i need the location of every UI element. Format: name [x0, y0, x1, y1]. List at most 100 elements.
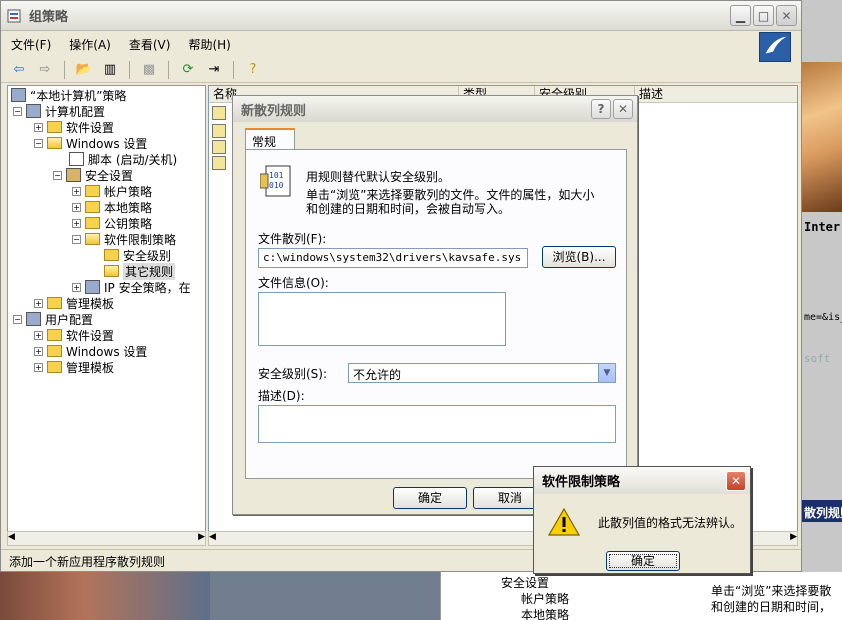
bg-text: 和创建的日期和时间， — [711, 600, 832, 614]
tree-item-security-levels[interactable]: 安全级别 — [104, 247, 171, 263]
tree-item-user-windows-settings[interactable]: + Windows 设置 — [34, 343, 147, 359]
minimize-button[interactable]: ▁ — [730, 5, 751, 26]
tree-item-label: 用户配置 — [45, 312, 94, 327]
collapse-icon[interactable]: − — [13, 106, 22, 116]
binary-file-icon: 101 010 — [260, 165, 291, 197]
rule-icon[interactable] — [212, 140, 226, 154]
tree-item-label: 管理模板 — [66, 360, 115, 375]
expand-icon[interactable]: + — [72, 282, 81, 292]
expand-icon[interactable]: + — [34, 362, 43, 372]
bg-tree-item: 帐户策略 — [521, 592, 570, 606]
folder-icon — [47, 297, 62, 309]
toolbar: ⇦ ⇨ 📂 ▥ ▩ ⟳ ⇥ ? — [1, 57, 801, 83]
back-icon[interactable]: ⇦ — [9, 60, 29, 80]
tree-item-ip-security[interactable]: + IP 安全策略，在 — [72, 279, 191, 295]
tree-item-user-admin-templates[interactable]: + 管理模板 — [34, 359, 114, 375]
tree-item-additional-rules[interactable]: 其它规则 — [104, 262, 176, 280]
description-label: 描述(D): — [258, 389, 305, 403]
collapse-icon[interactable]: − — [53, 170, 62, 180]
menu-file[interactable]: 文件(F) — [11, 36, 51, 53]
folder-icon — [47, 121, 62, 133]
background-url-text: me=&is_ — [804, 312, 842, 323]
ok-button[interactable]: 确定 — [393, 487, 467, 509]
help-icon[interactable]: ? — [243, 60, 263, 80]
tree-item-local-policies[interactable]: + 本地策略 — [72, 199, 152, 215]
refresh-icon[interactable]: ⟳ — [178, 60, 198, 80]
dialog-title: 新散列规则 — [241, 103, 307, 119]
close-button[interactable]: ✕ — [776, 5, 797, 26]
software-restriction-message-box: 软件限制策略 ✕ 此散列值的格式无法辨认。 确定 — [533, 466, 751, 574]
browse-button[interactable]: 浏览(B)... — [542, 246, 616, 268]
expand-icon[interactable]: + — [72, 186, 81, 196]
tree-item-scripts[interactable]: 脚本 (启动/关机) — [69, 151, 177, 167]
file-hash-input[interactable]: c:\windows\system32\drivers\kavsafe.sys — [258, 248, 528, 268]
expand-icon[interactable]: + — [34, 330, 43, 340]
export-list-icon[interactable]: ⇥ — [204, 60, 224, 80]
folder-icon — [47, 361, 62, 373]
scroll-right-icon[interactable]: ▶ — [790, 532, 797, 545]
open-folder-icon — [104, 265, 119, 277]
folder-icon — [47, 329, 62, 341]
scroll-right-icon[interactable]: ▶ — [198, 532, 205, 545]
tree-item-public-key-policies[interactable]: + 公钥策略 — [72, 215, 152, 231]
rule-icon[interactable] — [212, 124, 226, 138]
message-box-title-bar: 软件限制策略 ✕ — [534, 467, 750, 494]
folder-icon — [104, 249, 119, 261]
chevron-down-icon[interactable]: ▼ — [598, 364, 615, 382]
tree-item-label: Windows 设置 — [66, 136, 148, 151]
intro-text: 用规则替代默认安全级别。 — [306, 170, 451, 184]
tab-general[interactable]: 常规 — [245, 128, 295, 150]
rule-icon[interactable] — [212, 106, 226, 120]
security-level-select[interactable]: 不允许的 ▼ — [348, 363, 616, 383]
tree-horizontal-scrollbar[interactable]: ◀ ▶ — [7, 531, 206, 546]
tree-item-root[interactable]: “本地计算机”策略 — [11, 87, 126, 103]
delete-icon[interactable]: ▩ — [139, 60, 159, 80]
folder-icon — [47, 345, 62, 357]
maximize-button[interactable]: □ — [753, 5, 774, 26]
tree-item-label-selected: 其它规则 — [123, 262, 176, 280]
scroll-left-icon[interactable]: ◀ — [209, 532, 216, 545]
forward-icon[interactable]: ⇨ — [35, 60, 55, 80]
rule-icon[interactable] — [212, 156, 226, 170]
tree-item-software-restriction[interactable]: − 软件限制策略 — [72, 231, 176, 247]
background-window: 安全设置 帐户策略 本地策略 单击“浏览”来选择要散 和创建的日期和时间， — [440, 572, 842, 620]
file-info-textarea[interactable] — [258, 292, 506, 346]
expand-icon[interactable]: + — [34, 346, 43, 356]
file-info-label: 文件信息(O): — [258, 276, 329, 290]
menu-help[interactable]: 帮助(H) — [188, 36, 230, 53]
toolbar-separator — [233, 60, 234, 79]
tree-item-user-config[interactable]: − 用户配置 — [13, 311, 93, 327]
expand-icon[interactable]: + — [34, 122, 43, 132]
dialog-title-bar: 新散列规则 ? ✕ — [233, 96, 637, 122]
show-hide-tree-icon[interactable]: ▥ — [100, 60, 120, 80]
collapse-icon[interactable]: − — [13, 314, 22, 324]
tree-item-computer-config[interactable]: − 计算机配置 — [13, 103, 105, 119]
collapse-icon[interactable]: − — [72, 234, 81, 244]
expand-icon[interactable]: + — [72, 202, 81, 212]
tree-item-label: 安全级别 — [123, 248, 172, 263]
background-title-strip: 散列规则 — [802, 500, 842, 522]
up-folder-icon[interactable]: 📂 — [74, 60, 94, 80]
collapse-icon[interactable]: − — [34, 138, 43, 148]
tree-item-software-settings[interactable]: + 软件设置 — [34, 119, 114, 135]
tree-item-security-settings[interactable]: − 安全设置 — [53, 167, 133, 183]
expand-icon[interactable]: + — [34, 298, 43, 308]
dialog-close-button[interactable]: ✕ — [613, 99, 633, 119]
expand-icon[interactable]: + — [72, 218, 81, 228]
tree-item-user-software-settings[interactable]: + 软件设置 — [34, 327, 114, 343]
menu-action[interactable]: 操作(A) — [69, 36, 111, 53]
tree-item-admin-templates[interactable]: + 管理模板 — [34, 295, 114, 311]
window-title: 组策略 — [29, 10, 69, 25]
column-header-description[interactable]: 描述 — [635, 86, 797, 103]
svg-text:101: 101 — [269, 171, 284, 180]
tree-item-windows-settings[interactable]: − Windows 设置 — [34, 135, 147, 151]
scroll-left-icon[interactable]: ◀ — [8, 532, 15, 545]
description-textarea[interactable] — [258, 405, 616, 443]
menu-view[interactable]: 查看(V) — [129, 36, 171, 53]
message-box-ok-button[interactable]: 确定 — [606, 551, 680, 571]
ip-security-icon — [85, 280, 100, 294]
message-box-close-button[interactable]: ✕ — [726, 470, 746, 491]
tree-item-account-policies[interactable]: + 帐户策略 — [72, 183, 152, 199]
tree-item-label: “本地计算机”策略 — [30, 88, 127, 103]
help-button[interactable]: ? — [591, 99, 611, 119]
